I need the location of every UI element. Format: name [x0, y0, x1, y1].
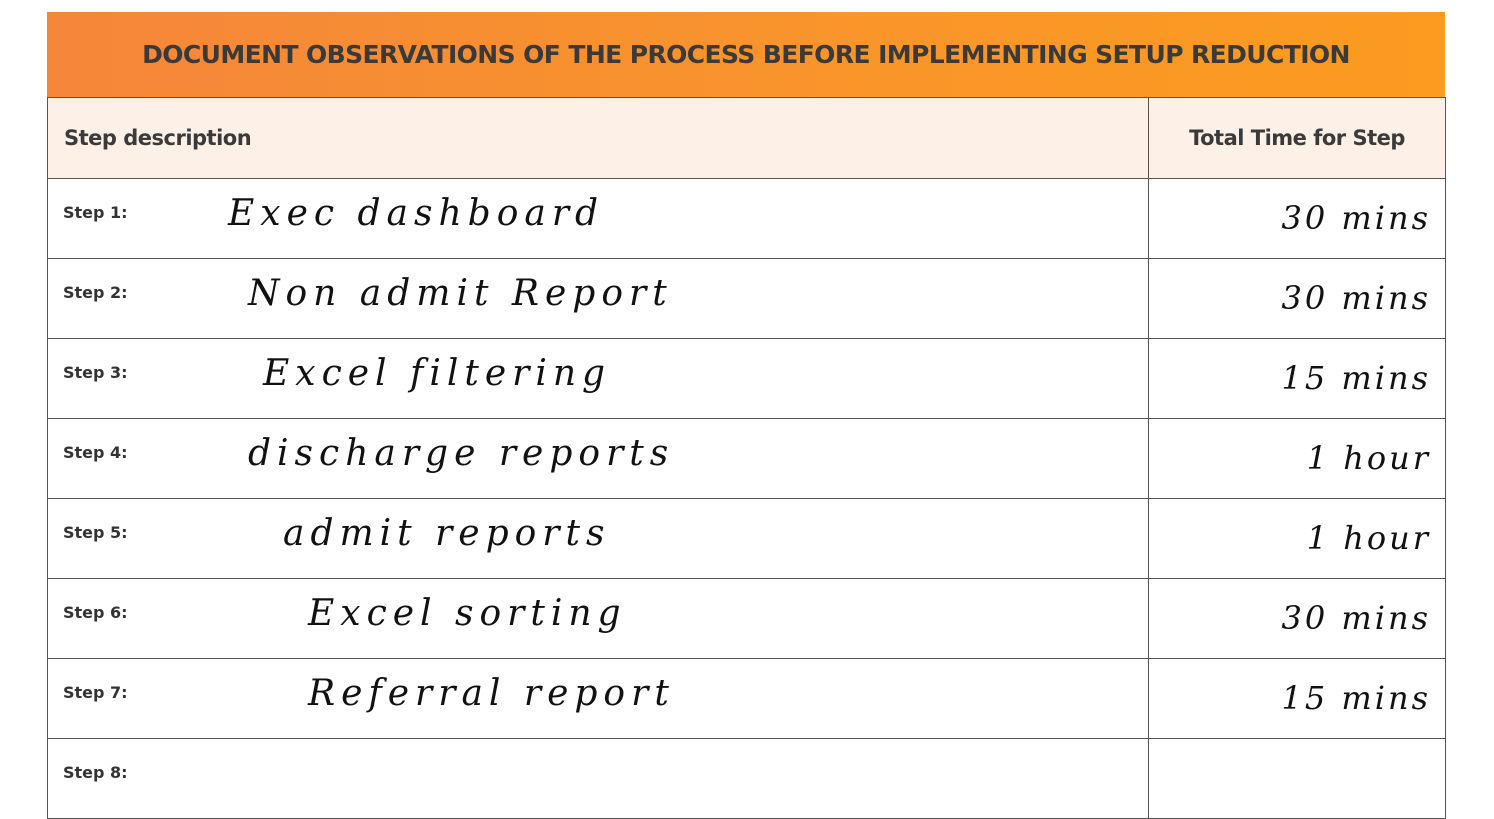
step-description-handwriting: Excel filtering: [263, 353, 612, 394]
step-label: Step 7:: [63, 683, 128, 702]
step-time-handwriting: 15 mins: [1281, 359, 1431, 397]
step-description-handwriting: Non admit Report: [248, 273, 673, 314]
table-row: Step 1: Exec dashboard 30 mins: [47, 178, 1446, 259]
table-row: Step 7: Referral report 15 mins: [47, 658, 1446, 739]
table-row: Step 8:: [47, 738, 1446, 819]
step-description-cell[interactable]: Step 7: Referral report: [47, 658, 1149, 739]
step-description-handwriting: admit reports: [283, 513, 611, 554]
step-description-cell[interactable]: Step 5: admit reports: [47, 498, 1149, 579]
step-label: Step 8:: [63, 763, 128, 782]
step-description-handwriting: discharge reports: [248, 433, 675, 474]
step-description-handwriting: Referral report: [308, 673, 675, 714]
step-description-cell[interactable]: Step 3: Excel filtering: [47, 338, 1149, 419]
step-description-handwriting: Exec dashboard: [228, 193, 605, 234]
step-label: Step 3:: [63, 363, 128, 382]
step-time-handwriting: 1 hour: [1306, 439, 1431, 477]
table-row: Step 2: Non admit Report 30 mins: [47, 258, 1446, 339]
table-row: Step 5: admit reports 1 hour: [47, 498, 1446, 579]
step-description-header: Step description: [47, 97, 1149, 179]
table-row: Step 6: Excel sorting 30 mins: [47, 578, 1446, 659]
step-time-cell[interactable]: 30 mins: [1148, 178, 1446, 259]
step-description-cell[interactable]: Step 2: Non admit Report: [47, 258, 1149, 339]
step-description-cell[interactable]: Step 4: discharge reports: [47, 418, 1149, 499]
table-row: Step 4: discharge reports 1 hour: [47, 418, 1446, 499]
table-header-row: Step description Total Time for Step: [47, 97, 1446, 179]
step-time-cell[interactable]: [1148, 738, 1446, 819]
step-time-handwriting: 15 mins: [1281, 679, 1431, 717]
total-time-header: Total Time for Step: [1148, 97, 1446, 179]
step-time-cell[interactable]: 1 hour: [1148, 418, 1446, 499]
step-description-cell[interactable]: Step 1: Exec dashboard: [47, 178, 1149, 259]
step-description-handwriting: Excel sorting: [308, 593, 627, 634]
step-time-cell[interactable]: 15 mins: [1148, 658, 1446, 739]
step-label: Step 6:: [63, 603, 128, 622]
step-time-cell[interactable]: 1 hour: [1148, 498, 1446, 579]
form-title-banner: DOCUMENT OBSERVATIONS OF THE PROCESS BEF…: [47, 12, 1445, 97]
step-time-handwriting: 30 mins: [1281, 599, 1431, 637]
step-time-handwriting: 1 hour: [1306, 519, 1431, 557]
table-row: Step 3: Excel filtering 15 mins: [47, 338, 1446, 419]
step-label: Step 2:: [63, 283, 128, 302]
step-time-cell[interactable]: 15 mins: [1148, 338, 1446, 419]
step-label: Step 1:: [63, 203, 128, 222]
observations-table: Step description Total Time for Step Ste…: [47, 97, 1446, 819]
step-label: Step 4:: [63, 443, 128, 462]
step-label: Step 5:: [63, 523, 128, 542]
step-time-handwriting: 30 mins: [1281, 199, 1431, 237]
step-time-handwriting: 30 mins: [1281, 279, 1431, 317]
step-time-cell[interactable]: 30 mins: [1148, 258, 1446, 339]
step-description-cell[interactable]: Step 6: Excel sorting: [47, 578, 1149, 659]
form-title: DOCUMENT OBSERVATIONS OF THE PROCESS BEF…: [142, 40, 1350, 69]
step-time-cell[interactable]: 30 mins: [1148, 578, 1446, 659]
step-description-cell[interactable]: Step 8:: [47, 738, 1149, 819]
